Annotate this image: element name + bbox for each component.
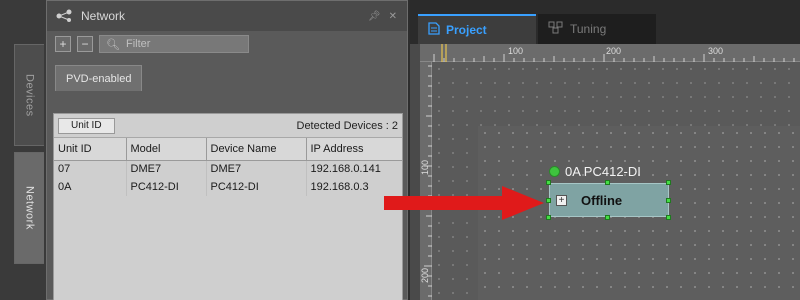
document-tab-bar: Project Tuning (410, 0, 800, 44)
tab-devices-label: Devices (23, 73, 36, 117)
network-icon (55, 9, 73, 23)
tab-project[interactable]: Project (418, 14, 536, 44)
expand-icon[interactable]: + (556, 194, 567, 206)
pin-icon[interactable]: 📌︎ (368, 11, 381, 22)
tuning-icon (548, 21, 564, 37)
design-canvas[interactable]: 0A PC412-DI + Offline (432, 62, 800, 300)
selection-handle[interactable] (666, 215, 671, 220)
tab-pvd-enabled[interactable]: PVD-enabled (55, 65, 143, 91)
column-header-ip-address[interactable]: IP Address (306, 138, 402, 161)
app-window: Devices Network Network 📌︎ ✕ + − 🔍︎ Filt… (0, 0, 800, 300)
close-icon[interactable]: ✕ (389, 11, 397, 22)
ruler-label-left-200: 200 (420, 268, 430, 284)
network-panel-title: Network (81, 9, 126, 23)
cell-unit-id: 0A (54, 178, 127, 196)
table-header-row: Unit ID Model Device Name IP Address (54, 138, 402, 161)
selection-handle[interactable] (546, 215, 551, 220)
table-row[interactable]: 07 DME7 DME7 192.168.0.141 (54, 160, 402, 178)
table-row[interactable]: 0A PC412-DI PC412-DI 192.168.0.3 (54, 178, 402, 196)
network-panel-header: Network 📌︎ ✕ (47, 1, 407, 31)
ruler-label-200: 200 (606, 46, 622, 56)
selection-handle[interactable] (546, 180, 551, 185)
red-arrow-annotation (384, 186, 544, 220)
filter-input[interactable]: 🔍︎ Filter (99, 35, 249, 53)
ruler-label-left-100: 100 (420, 160, 430, 176)
selection-handle[interactable] (605, 215, 610, 220)
device-label-text: 0A PC412-DI (565, 164, 641, 179)
device-label: 0A PC412-DI (549, 164, 641, 179)
tab-project-label: Project (446, 23, 487, 37)
column-header-device-name[interactable]: Device Name (206, 138, 307, 161)
selection-handle[interactable] (546, 198, 551, 203)
selection-handle[interactable] (605, 180, 610, 185)
tab-network[interactable]: Network (14, 152, 44, 264)
detected-devices-count: Detected Devices : 2 (296, 119, 399, 132)
expand-all-button[interactable]: + (55, 36, 71, 52)
device-table: Unit ID Model Device Name IP Address 07 … (54, 138, 402, 196)
tab-tuning[interactable]: Tuning (538, 14, 656, 44)
tab-tuning-label: Tuning (570, 22, 607, 36)
network-subtabs: PVD-enabled (47, 65, 407, 91)
ruler-label-300: 300 (708, 46, 724, 56)
column-header-unit-id[interactable]: Unit ID (54, 138, 127, 161)
status-indicator-icon (549, 166, 560, 177)
device-table-toolbar: Unit ID Detected Devices : 2 (54, 114, 402, 138)
tab-devices[interactable]: Devices (14, 44, 44, 146)
device-status-text: Offline (581, 192, 623, 208)
device-component-block[interactable]: + Offline (549, 183, 669, 217)
collapse-all-button[interactable]: − (77, 36, 93, 52)
cell-model: PC412-DI (126, 178, 207, 196)
selection-handle[interactable] (666, 180, 671, 185)
device-table-container: Unit ID Detected Devices : 2 Unit ID Mod… (53, 113, 403, 300)
tab-network-label: Network (23, 186, 36, 230)
horizontal-ruler: 100 200 300 (420, 44, 800, 62)
side-tab-strip: Devices Network (0, 0, 46, 300)
network-panel: Network 📌︎ ✕ + − 🔍︎ Filter PVD-enabled U… (46, 0, 408, 300)
project-icon (428, 22, 440, 38)
filter-placeholder: Filter (125, 38, 151, 50)
cell-device-name: DME7 (206, 160, 307, 178)
column-header-model[interactable]: Model (126, 138, 207, 161)
ruler-label-100: 100 (508, 46, 524, 56)
cell-device-name: PC412-DI (206, 178, 307, 196)
search-icon: 🔍︎ (106, 38, 120, 51)
network-toolbar: + − 🔍︎ Filter (47, 31, 407, 57)
unit-id-button[interactable]: Unit ID (58, 117, 115, 134)
vertical-ruler: 100 200 (420, 62, 432, 300)
document-area: Project Tuning 100 200 300 100 200 0A PC… (410, 0, 800, 300)
cell-model: DME7 (126, 160, 207, 178)
selection-handle[interactable] (666, 198, 671, 203)
cell-ip-address: 192.168.0.141 (310, 163, 381, 176)
cell-unit-id: 07 (54, 160, 127, 178)
